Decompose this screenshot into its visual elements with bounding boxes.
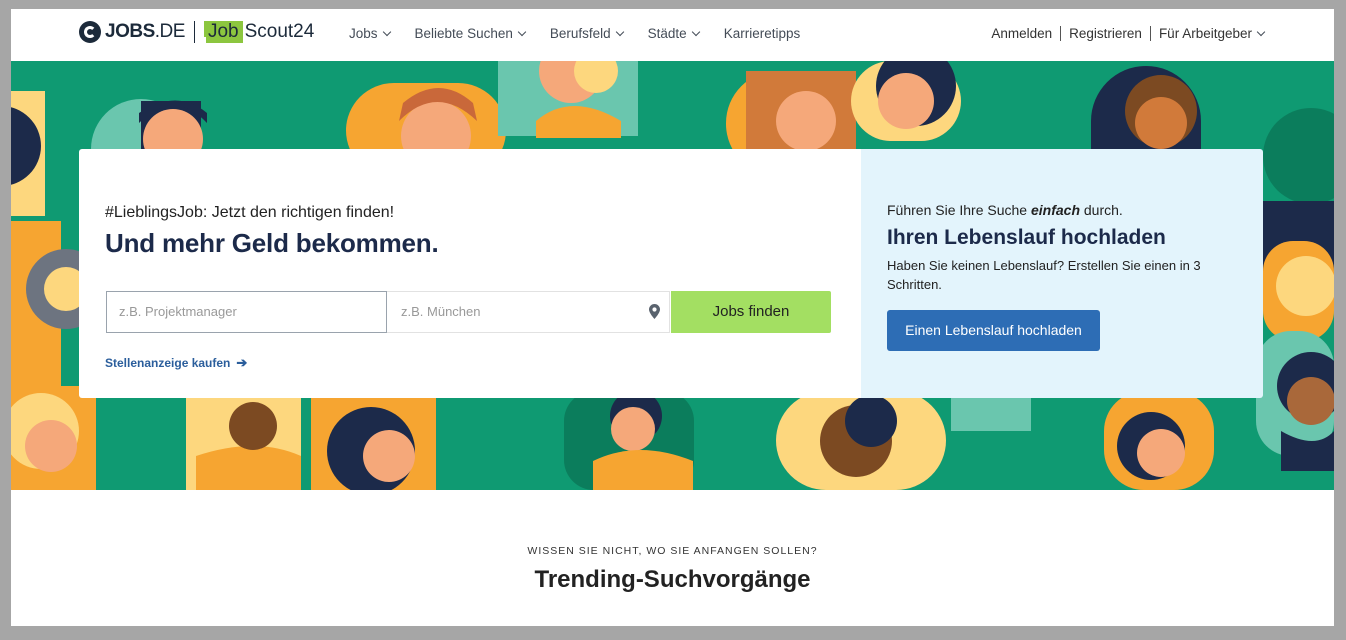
arrow-right-icon: ➔: [236, 355, 248, 370]
cv-upload-panel: Führen Sie Ihre Suche einfach durch. Ihr…: [861, 149, 1263, 398]
trending-kicker: WISSEN SIE NICHT, WO SIE ANFANGEN SOLLEN…: [527, 545, 818, 557]
cv-subtitle: Haben Sie keinen Lebenslauf? Erstellen S…: [887, 258, 1201, 292]
nav-cities[interactable]: Städte: [648, 26, 700, 41]
chevron-down-icon: [691, 27, 700, 36]
divider: [1149, 26, 1151, 41]
nav-jobs[interactable]: Jobs: [349, 26, 391, 41]
buy-job-ad-link[interactable]: Stellenanzeige kaufen ➔: [105, 355, 247, 371]
chevron-down-icon: [1256, 27, 1266, 36]
search-headline: Und mehr Geld bekommen.: [105, 228, 439, 258]
register-link[interactable]: Registrieren: [1069, 26, 1142, 41]
map-pin-icon: [649, 304, 660, 319]
find-jobs-button[interactable]: Jobs finden: [671, 291, 831, 333]
upload-cv-button[interactable]: Einen Lebenslauf hochladen: [887, 310, 1100, 351]
divider: [1060, 26, 1062, 41]
nav-career-tips[interactable]: Karrieretipps: [724, 26, 801, 41]
page: JOBS.DE Job Scout24 Jobs Beliebte Suchen…: [11, 9, 1334, 626]
nav-job-field[interactable]: Berufsfeld: [550, 26, 624, 41]
jobscout-logo-text: Scout24: [244, 21, 315, 42]
cv-lead-text: Führen Sie Ihre Suche einfach durch.: [887, 202, 1123, 218]
logo-divider: [193, 21, 195, 43]
location-input[interactable]: z.B. München: [387, 291, 670, 333]
chevron-down-icon: [382, 27, 391, 36]
cv-title: Ihren Lebenslauf hochladen: [887, 226, 1166, 249]
login-link[interactable]: Anmelden: [991, 26, 1052, 41]
account-menu: Anmelden Registrieren Für Arbeitgeber: [991, 26, 1266, 41]
nav-popular-searches[interactable]: Beliebte Suchen: [415, 26, 527, 41]
chevron-down-icon: [615, 27, 624, 36]
chevron-down-icon: [517, 27, 527, 36]
top-navigation: JOBS.DE Job Scout24 Jobs Beliebte Suchen…: [11, 9, 1334, 61]
logo-text: JOBS.DE: [105, 21, 185, 42]
search-tagline: #LieblingsJob: Jetzt den richtigen finde…: [105, 204, 395, 221]
jobscout-logo-box: Job: [199, 21, 243, 43]
site-logo[interactable]: JOBS.DE Job Scout24: [79, 20, 314, 44]
job-search-card: #LieblingsJob: Jetzt den richtigen finde…: [79, 149, 861, 398]
employers-menu[interactable]: Für Arbeitgeber: [1159, 26, 1266, 41]
trending-title: Trending-Suchvorgänge: [534, 566, 811, 593]
main-menu: Jobs Beliebte Suchen Berufsfeld Städte K…: [349, 26, 825, 41]
job-title-input[interactable]: z.B. Projektmanager: [106, 291, 387, 333]
jobs-de-logo-icon: [79, 21, 101, 43]
